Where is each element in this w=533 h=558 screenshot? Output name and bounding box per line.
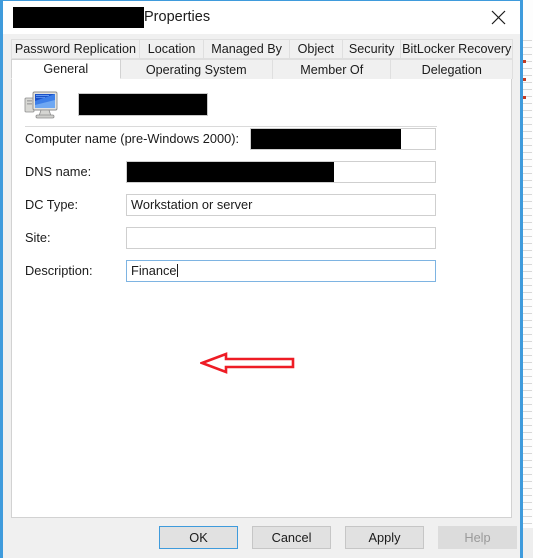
- field-input-computer-name-pre-windows-2000[interactable]: [250, 128, 436, 150]
- tab-label: Managed By: [211, 42, 282, 56]
- object-header: [24, 87, 208, 121]
- tab-location[interactable]: Location: [138, 39, 205, 59]
- text-caret: [176, 264, 178, 277]
- redacted-object-name: [78, 92, 208, 116]
- field-value: Finance: [131, 263, 177, 278]
- tab-label: BitLocker Recovery: [402, 42, 512, 56]
- field-row-computer-name-pre-windows-2000: Computer name (pre-Windows 2000):: [25, 128, 239, 150]
- title-bar: Properties: [3, 1, 520, 34]
- redacted-value: [127, 162, 334, 182]
- tab-row-2: General Operating System Member Of Delegati…: [11, 59, 513, 79]
- tab-object[interactable]: Object: [288, 39, 343, 59]
- tab-password-replication[interactable]: Password Replication: [11, 39, 140, 59]
- field-input-dns-name[interactable]: [126, 161, 436, 183]
- background-marker-dot: [523, 60, 526, 63]
- dialog-button-bar: OK Cancel Apply Help: [3, 518, 520, 558]
- tab-label: Object: [297, 42, 335, 56]
- tab-managed-by[interactable]: Managed By: [203, 39, 290, 59]
- close-button[interactable]: [483, 3, 513, 31]
- help-button: Help: [438, 526, 517, 549]
- computer-icon: [24, 89, 58, 119]
- field-input-description[interactable]: Finance: [126, 260, 436, 282]
- properties-dialog: Properties Password Replication Location M…: [0, 0, 523, 558]
- field-row-description: Description:: [25, 260, 93, 282]
- field-row-dns-name: DNS name:: [25, 161, 91, 183]
- tab-member-of[interactable]: Member Of: [271, 59, 392, 79]
- button-label: OK: [189, 530, 208, 545]
- tab-label: Member Of: [300, 62, 364, 77]
- tab-row-1: Password Replication Location Managed By Ob…: [11, 39, 513, 59]
- background-marker-dot: [523, 96, 526, 99]
- tab-label: General: [43, 62, 89, 76]
- tab-security[interactable]: Security: [341, 39, 402, 59]
- redacted-object-name-title: [13, 7, 144, 28]
- field-row-site: Site:: [25, 227, 51, 249]
- window-title: Properties: [144, 9, 211, 25]
- field-label-description: Description:: [25, 263, 93, 278]
- button-label: Cancel: [271, 530, 312, 545]
- field-label-site: Site:: [25, 230, 51, 245]
- tab-label: Password Replication: [14, 42, 136, 56]
- ok-button[interactable]: OK: [159, 526, 238, 549]
- tab-strip: Password Replication Location Managed By Ob…: [3, 34, 520, 79]
- field-row-dc-type: DC Type:: [25, 194, 78, 216]
- tab-label: Operating System: [145, 62, 247, 77]
- tab-delegation[interactable]: Delegation: [390, 59, 513, 79]
- tab-label: Security: [348, 42, 395, 56]
- header-separator: [25, 126, 437, 127]
- background-marker-dot: [523, 78, 526, 81]
- close-icon: [491, 10, 505, 24]
- field-label-dns-name: DNS name:: [25, 164, 92, 179]
- button-label: Apply: [368, 530, 401, 545]
- field-input-site[interactable]: [126, 227, 436, 249]
- apply-button[interactable]: Apply: [345, 526, 424, 549]
- tab-general[interactable]: General: [11, 59, 121, 79]
- tab-operating-system[interactable]: Operating System: [119, 59, 273, 79]
- field-value: Workstation or server: [131, 197, 253, 212]
- field-label-dc-type: DC Type:: [25, 197, 79, 212]
- field-input-dc-type[interactable]: Workstation or server: [126, 194, 436, 216]
- general-tab-panel: Computer name (pre-Windows 2000): DNS nam…: [11, 79, 512, 518]
- annotation-arrow-icon: [198, 352, 295, 374]
- tab-bitlocker-recovery[interactable]: BitLocker Recovery: [400, 39, 513, 59]
- tab-label: Delegation: [421, 62, 482, 77]
- field-label-computer-name-pre-windows-2000: Computer name (pre-Windows 2000):: [25, 131, 240, 146]
- tab-label: Location: [147, 42, 196, 56]
- cancel-button[interactable]: Cancel: [252, 526, 331, 549]
- redacted-value: [251, 129, 401, 149]
- button-label: Help: [464, 530, 491, 545]
